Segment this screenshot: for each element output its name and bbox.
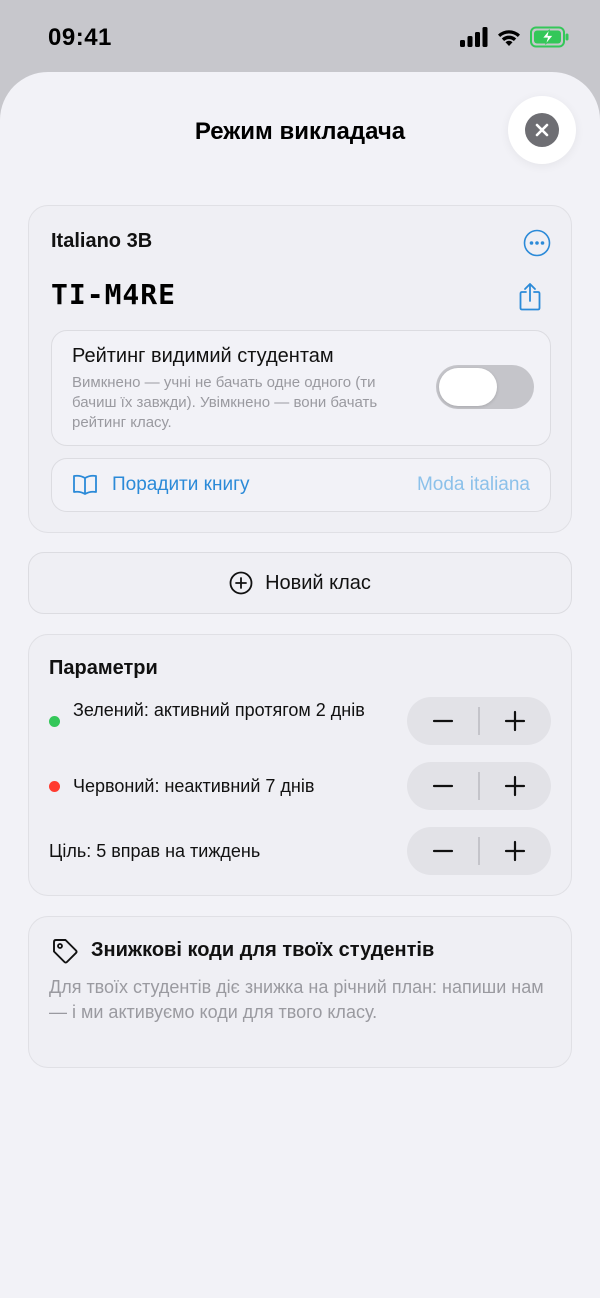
status-bar: 09:41	[0, 0, 600, 72]
param-row-goal: Ціль: 5 вправ на тиждень	[49, 827, 551, 877]
green-days-stepper	[407, 697, 551, 745]
share-icon[interactable]	[517, 282, 543, 312]
signal-icon	[460, 27, 488, 47]
new-class-button[interactable]: Новий клас	[28, 552, 572, 614]
status-time: 09:41	[48, 24, 112, 51]
class-code: TI-M4RE	[51, 278, 177, 311]
weekly-goal-decrement-button[interactable]	[407, 827, 479, 875]
close-button[interactable]	[508, 96, 576, 164]
new-class-label: Новий клас	[265, 571, 371, 594]
class-name: Italiano 3B	[51, 230, 153, 252]
class-card: Italiano 3B TI-M4RE Рейтинг видимий студ…	[28, 205, 572, 533]
weekly-goal-stepper	[407, 827, 551, 875]
book-icon	[73, 474, 97, 495]
green-days-decrement-button[interactable]	[407, 697, 479, 745]
close-icon	[525, 113, 559, 147]
discount-description: Для твоїх студентів діє знижка на річний…	[49, 977, 544, 1022]
recommend-book-label: Порадити книгу	[112, 474, 250, 495]
param-row-red: Червоний: неактивний 7 днів	[49, 762, 551, 812]
recommended-book-title: Moda italiana	[416, 474, 530, 495]
param-label-green: Зелений: активний протягом 2 днів	[73, 700, 365, 720]
teacher-mode-sheet: Режим викладача Italiano 3B TI-M4RE Рейт…	[0, 72, 600, 1298]
wifi-icon	[498, 30, 520, 46]
tag-icon	[53, 939, 78, 964]
recommend-book-button[interactable]: Порадити книгу Moda italiana	[51, 458, 551, 512]
green-dot	[49, 716, 60, 727]
ellipsis-circle-icon[interactable]	[523, 229, 551, 257]
param-row-green: Зелений: активний протягом 2 днів	[49, 697, 551, 747]
red-dot	[49, 781, 60, 792]
discount-title: Знижкові коди для твоїх студентів	[91, 939, 435, 961]
param-label-goal: Ціль: 5 вправ на тиждень	[49, 841, 261, 861]
status-icons	[460, 26, 570, 48]
toggle-knob	[439, 368, 497, 406]
params-card: Параметри Зелений: активний протягом 2 д…	[28, 634, 572, 896]
param-label-red: Червоний: неактивний 7 днів	[73, 776, 315, 796]
red-days-stepper	[407, 762, 551, 810]
red-days-decrement-button[interactable]	[407, 762, 479, 810]
params-title: Параметри	[49, 657, 158, 679]
leaderboard-description: Вимкнено — учні не бачать одне одного (т…	[72, 374, 378, 431]
plus-circle-icon	[229, 571, 253, 595]
leaderboard-title: Рейтинг видимий студентам	[72, 345, 334, 367]
leaderboard-toggle[interactable]	[436, 365, 534, 409]
leaderboard-visibility-row: Рейтинг видимий студентам Вимкнено — учн…	[51, 330, 551, 446]
discount-codes-card: Знижкові коди для твоїх студентів Для тв…	[28, 916, 572, 1068]
red-days-increment-button[interactable]	[479, 762, 551, 810]
battery-charging-icon	[530, 26, 569, 48]
green-days-increment-button[interactable]	[479, 697, 551, 745]
weekly-goal-increment-button[interactable]	[479, 827, 551, 875]
